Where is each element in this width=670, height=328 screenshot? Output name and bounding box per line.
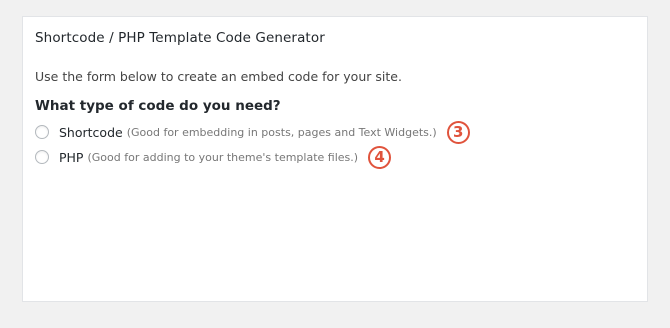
option-php[interactable]: PHP (Good for adding to your theme's tem… xyxy=(35,145,392,169)
shortcode-radio[interactable] xyxy=(35,125,49,139)
php-description: (Good for adding to your theme's templat… xyxy=(87,150,359,164)
panel-title: Shortcode / PHP Template Code Generator xyxy=(35,30,325,46)
php-label[interactable]: PHP xyxy=(59,150,83,165)
option-shortcode[interactable]: Shortcode (Good for embedding in posts, … xyxy=(35,120,470,144)
php-radio[interactable] xyxy=(35,150,49,164)
intro-text: Use the form below to create an embed co… xyxy=(35,69,402,84)
shortcode-label[interactable]: Shortcode xyxy=(59,125,123,140)
step-3-badge: 3 xyxy=(446,120,470,144)
step-4-badge: 4 xyxy=(368,145,392,169)
code-type-question: What type of code do you need? xyxy=(35,98,281,114)
shortcode-description: (Good for embedding in posts, pages and … xyxy=(126,125,437,139)
code-generator-panel: Shortcode / PHP Template Code Generator … xyxy=(22,16,648,302)
